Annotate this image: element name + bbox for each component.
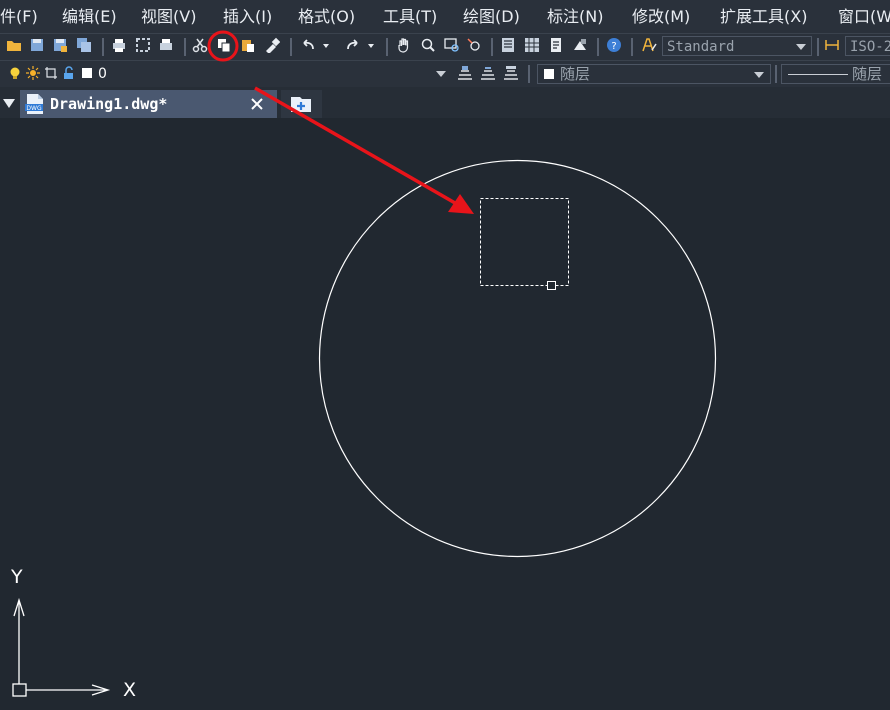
tab-title: Drawing1.dwg*	[50, 95, 168, 113]
copy-icon[interactable]	[216, 37, 232, 53]
toolbar-separator	[491, 38, 493, 56]
menu-dimension[interactable]: 标注(N)	[547, 6, 603, 28]
design-center-icon[interactable]	[524, 37, 540, 53]
help-icon[interactable]: ?	[606, 37, 622, 53]
document-tab-bar: DWG Drawing1.dwg*	[0, 87, 890, 118]
new-drawing-icon	[291, 97, 311, 112]
linetype-sample-line	[788, 74, 848, 75]
menu-view[interactable]: 视图(V)	[141, 6, 196, 28]
zoom-window-icon[interactable]	[444, 37, 460, 53]
dimension-style-value: ISO-2	[850, 39, 890, 55]
sun-freeze-icon	[26, 66, 40, 80]
text-style-value: Standard	[667, 39, 735, 55]
zoom-previous-icon[interactable]	[466, 37, 482, 53]
open-folder-icon[interactable]	[6, 37, 22, 53]
properties-palette-icon[interactable]	[500, 37, 516, 53]
color-control-dropdown[interactable]: 随层	[537, 64, 771, 84]
linetype-control-dropdown[interactable]: 随层	[781, 64, 890, 84]
menu-insert[interactable]: 插入(I)	[223, 6, 272, 28]
lightbulb-icon	[10, 67, 20, 79]
ucs-icon	[12, 597, 111, 697]
menu-window[interactable]: 窗口(W	[838, 6, 890, 28]
toolbar-separator	[597, 38, 599, 56]
undo-icon[interactable]	[300, 37, 316, 53]
menu-tools[interactable]: 工具(T)	[383, 6, 437, 28]
drawing-canvas[interactable]: Y X	[0, 118, 890, 710]
toolbar-separator	[184, 38, 186, 56]
toolbar-separator	[290, 38, 292, 56]
pan-hand-icon[interactable]	[396, 37, 412, 53]
save-as-icon[interactable]	[52, 37, 68, 53]
text-style-dropdown[interactable]: Standard	[662, 36, 812, 56]
match-properties-icon[interactable]	[264, 37, 280, 53]
menu-edit[interactable]: 编辑(E)	[62, 6, 117, 28]
menu-file[interactable]: 件(F)	[0, 6, 38, 28]
layer-dropdown[interactable]: 0	[4, 64, 451, 84]
chevron-down-icon	[436, 71, 446, 77]
save-icon[interactable]	[29, 37, 45, 53]
tab-drawing1[interactable]: DWG Drawing1.dwg*	[20, 90, 277, 118]
standard-toolbar: ? Standard ISO-2	[0, 33, 890, 61]
redo-icon[interactable]	[345, 37, 361, 53]
cut-icon[interactable]	[192, 37, 208, 53]
svg-text:?: ?	[611, 41, 616, 52]
plot-preview-icon[interactable]	[135, 37, 151, 53]
close-tab-icon[interactable]	[250, 97, 264, 111]
menu-draw[interactable]: 绘图(D)	[463, 6, 520, 28]
layer-toolbar: 0 随层 随层	[0, 60, 890, 88]
undo-dropdown-icon[interactable]	[321, 37, 331, 53]
tool-palettes-icon[interactable]	[548, 37, 564, 53]
markup-icon[interactable]	[572, 37, 588, 53]
menu-extension-tools[interactable]: 扩展工具(X)	[720, 6, 807, 28]
layer-color-swatch	[82, 68, 92, 78]
svg-text:DWG: DWG	[26, 105, 42, 112]
ucs-x-label: X	[123, 679, 137, 701]
menu-format[interactable]: 格式(O)	[298, 6, 355, 28]
chevron-down-icon	[796, 44, 806, 50]
dimension-style-dropdown[interactable]: ISO-2	[845, 36, 890, 56]
redo-dropdown-icon[interactable]	[366, 37, 376, 53]
dwg-file-icon: DWG	[25, 94, 43, 114]
toolbar-separator	[631, 38, 633, 56]
color-control-value: 随层	[560, 65, 591, 83]
selection-window[interactable]	[480, 198, 569, 286]
menu-bar: 件(F) 编辑(E) 视图(V) 插入(I) 格式(O) 工具(T) 绘图(D)…	[0, 0, 890, 33]
toolbar-separator	[528, 65, 530, 83]
tab-list-dropdown-icon[interactable]	[3, 99, 15, 108]
color-swatch	[544, 69, 554, 79]
current-layer-name: 0	[98, 66, 107, 82]
unlock-icon	[64, 66, 73, 79]
model-space	[12, 159, 717, 697]
paste-icon[interactable]	[240, 37, 256, 53]
zoom-realtime-icon[interactable]	[420, 37, 436, 53]
menu-modify[interactable]: 修改(M)	[632, 6, 690, 28]
layer-properties-manager-icon[interactable]	[502, 65, 520, 83]
layer-previous-icon[interactable]	[479, 65, 497, 83]
publish-icon[interactable]	[158, 37, 174, 53]
print-icon[interactable]	[111, 37, 127, 53]
viewport-freeze-icon	[45, 67, 57, 79]
make-object-layer-current-icon[interactable]	[456, 65, 474, 83]
toolbar-separator	[817, 38, 819, 56]
cursor-pickbox	[547, 281, 556, 290]
toolbar-separator	[102, 38, 104, 56]
chevron-down-icon	[754, 72, 764, 78]
save-all-icon[interactable]	[76, 37, 92, 53]
dimension-style-icon[interactable]	[824, 37, 840, 53]
new-tab-button[interactable]	[281, 90, 322, 118]
toolbar-separator	[775, 65, 777, 83]
linetype-control-value: 随层	[852, 65, 883, 83]
text-style-icon[interactable]	[641, 37, 657, 53]
toolbar-separator	[386, 38, 388, 56]
ucs-y-label: Y	[11, 566, 23, 588]
drawn-circle[interactable]	[318, 159, 717, 558]
